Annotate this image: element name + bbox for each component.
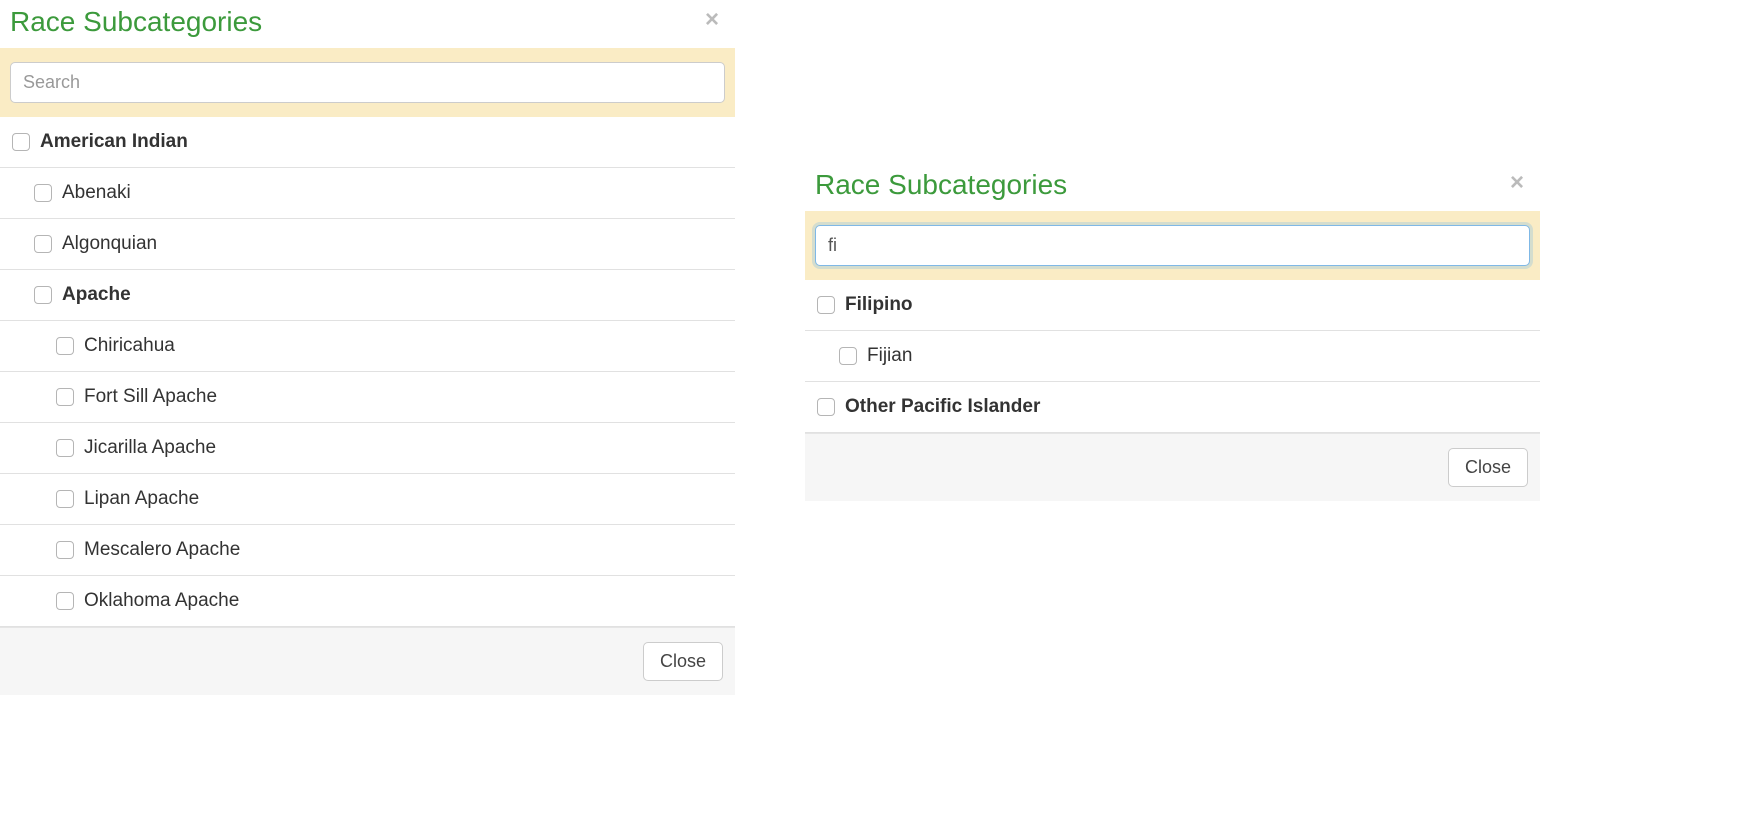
list-item[interactable]: Oklahoma Apache: [0, 576, 735, 627]
list-item-label: Jicarilla Apache: [84, 437, 216, 459]
list-item[interactable]: Mescalero Apache: [0, 525, 735, 576]
checkbox[interactable]: [34, 235, 52, 253]
list-item-label: Other Pacific Islander: [845, 396, 1040, 418]
checkbox[interactable]: [56, 541, 74, 559]
list-item-label: Fort Sill Apache: [84, 386, 217, 408]
search-input[interactable]: [815, 225, 1530, 266]
list-item[interactable]: Abenaki: [0, 168, 735, 219]
list-item[interactable]: Lipan Apache: [0, 474, 735, 525]
category-list: American Indian Abenaki Algonquian Apache Ch…: [0, 117, 735, 627]
checkbox[interactable]: [839, 347, 857, 365]
race-subcategories-modal-default: Race Subcategories × American Indian Aben…: [0, 0, 735, 695]
checkbox[interactable]: [34, 286, 52, 304]
close-icon[interactable]: ×: [699, 6, 725, 34]
list-item[interactable]: Jicarilla Apache: [0, 423, 735, 474]
list-item[interactable]: Filipino: [805, 280, 1540, 331]
list-item-label: Algonquian: [62, 233, 157, 255]
modal-header: Race Subcategories ×: [0, 0, 735, 48]
close-button[interactable]: Close: [1448, 448, 1528, 487]
list-item[interactable]: Fijian: [805, 331, 1540, 382]
close-icon[interactable]: ×: [1504, 169, 1530, 197]
checkbox[interactable]: [56, 337, 74, 355]
checkbox[interactable]: [817, 296, 835, 314]
modal-header: Race Subcategories ×: [805, 163, 1540, 211]
list-item-label: Abenaki: [62, 182, 131, 204]
modal-title: Race Subcategories: [815, 169, 1067, 201]
list-item[interactable]: Apache: [0, 270, 735, 321]
list-item-label: Oklahoma Apache: [84, 590, 239, 612]
list-item[interactable]: Algonquian: [0, 219, 735, 270]
list-item-label: Mescalero Apache: [84, 539, 240, 561]
list-item[interactable]: Chiricahua: [0, 321, 735, 372]
modal-footer: Close: [0, 627, 735, 695]
checkbox[interactable]: [34, 184, 52, 202]
checkbox[interactable]: [56, 439, 74, 457]
modal-footer: Close: [805, 433, 1540, 501]
category-list: Filipino Fijian Other Pacific Islander: [805, 280, 1540, 433]
checkbox[interactable]: [56, 388, 74, 406]
checkbox[interactable]: [817, 398, 835, 416]
search-wrap: [805, 211, 1540, 280]
search-wrap: [0, 48, 735, 117]
checkbox[interactable]: [56, 592, 74, 610]
checkbox[interactable]: [12, 133, 30, 151]
modal-title: Race Subcategories: [10, 6, 262, 38]
checkbox[interactable]: [56, 490, 74, 508]
close-button[interactable]: Close: [643, 642, 723, 681]
list-item[interactable]: Other Pacific Islander: [805, 382, 1540, 433]
list-item[interactable]: Fort Sill Apache: [0, 372, 735, 423]
list-item-label: Lipan Apache: [84, 488, 199, 510]
list-item[interactable]: American Indian: [0, 117, 735, 168]
list-item-label: Filipino: [845, 294, 913, 316]
search-input[interactable]: [10, 62, 725, 103]
list-item-label: Chiricahua: [84, 335, 175, 357]
list-item-label: American Indian: [40, 131, 188, 153]
list-item-label: Apache: [62, 284, 131, 306]
list-item-label: Fijian: [867, 345, 912, 367]
race-subcategories-modal-filtered: Race Subcategories × Filipino Fijian Other…: [805, 163, 1540, 501]
